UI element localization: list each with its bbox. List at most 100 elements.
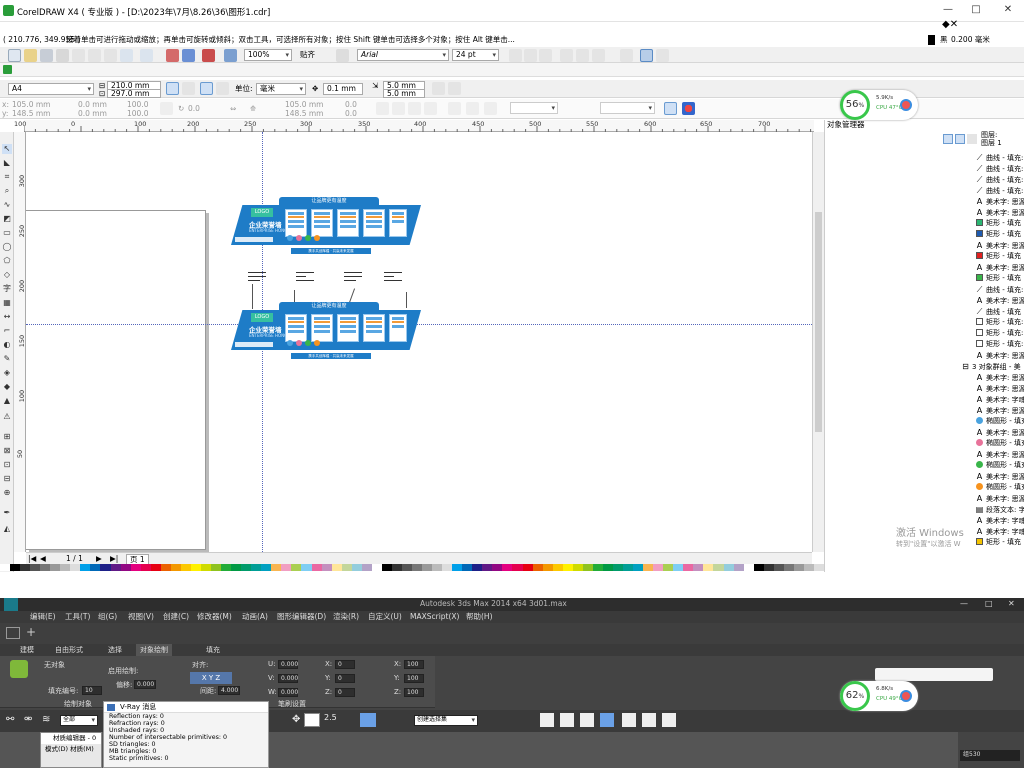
palette-swatch[interactable] xyxy=(391,564,403,571)
palette-swatch[interactable] xyxy=(683,564,694,571)
palette-swatch[interactable] xyxy=(512,564,524,571)
palette-swatch[interactable] xyxy=(301,564,312,571)
tab-freeform[interactable]: 自由形式 xyxy=(55,644,83,656)
palette-swatch[interactable] xyxy=(763,564,775,571)
bullet-list-icon[interactable] xyxy=(576,49,589,62)
palette-swatch[interactable] xyxy=(492,564,503,571)
object-row[interactable]: A 美术字: 思源 xyxy=(975,405,1024,416)
object-row[interactable]: 矩形 - 填充 xyxy=(975,273,1024,284)
select-link-icon[interactable]: ⚯ xyxy=(6,714,14,725)
interactive-fill-icon[interactable]: ▲ xyxy=(2,396,12,406)
underline-icon[interactable] xyxy=(539,49,552,62)
minimize-button[interactable]: — xyxy=(960,599,968,608)
align-left-icon[interactable] xyxy=(560,49,573,62)
palette-swatch[interactable] xyxy=(502,564,513,571)
menu-graph-editors[interactable]: 图形编辑器(D) xyxy=(277,611,326,623)
collapse-icon[interactable]: ⊟ xyxy=(961,361,970,372)
tab-object-paint[interactable]: 对象绘制 xyxy=(136,644,172,656)
welcome-screen-icon[interactable] xyxy=(224,49,237,62)
spacing-field[interactable]: 4.000 xyxy=(218,686,240,695)
palette-swatch[interactable] xyxy=(20,564,31,571)
palette-swatch[interactable] xyxy=(452,564,463,571)
shape-tool-icon[interactable]: ◣ xyxy=(2,158,12,168)
document-icon[interactable] xyxy=(3,65,12,74)
object-row[interactable]: A 美术字: 思源 xyxy=(975,240,1024,251)
palette-swatch[interactable] xyxy=(321,564,333,571)
text-tool-icon[interactable]: 字 xyxy=(2,284,12,294)
polygon-tool-icon[interactable]: ⬠ xyxy=(2,256,12,266)
schematic-view-icon[interactable] xyxy=(600,713,614,727)
object-row[interactable]: 椭圆形 - 填充 xyxy=(975,460,1024,471)
object-row[interactable]: A 美术字: 思源 xyxy=(975,262,1024,273)
palette-swatch[interactable] xyxy=(783,564,795,571)
accelerate-icon[interactable] xyxy=(900,99,912,111)
render-icon[interactable] xyxy=(662,713,676,727)
outline-style-icon[interactable] xyxy=(466,102,479,115)
snap-25d-icon[interactable]: 2.5 xyxy=(324,713,337,722)
object-row[interactable]: ▤段落文本: 字魂 xyxy=(975,504,1024,515)
zoom-tool-icon[interactable]: ⌕ xyxy=(2,186,12,196)
palette-swatch[interactable] xyxy=(291,564,302,571)
palette-swatch[interactable] xyxy=(793,564,805,571)
palette-swatch[interactable] xyxy=(482,564,493,571)
palette-swatch[interactable] xyxy=(261,564,272,571)
treat-as-filled-icon[interactable] xyxy=(432,82,445,95)
outline-tool-icon[interactable]: ◈ xyxy=(2,368,12,378)
paper-height-field[interactable]: 297.0 mm xyxy=(107,89,161,98)
object-row[interactable]: 矩形 - 填充 xyxy=(975,537,1024,548)
prev-page-button[interactable]: ◀ xyxy=(40,554,46,564)
show-properties-icon[interactable] xyxy=(943,134,953,144)
smart-fill-icon[interactable]: ◩ xyxy=(2,214,12,224)
system-monitor-widget[interactable]: 62% 6.8K/s CPU 49°C xyxy=(840,681,918,711)
object-row[interactable]: 椭圆形 - 填充 xyxy=(975,438,1024,449)
freehand-tool-icon[interactable]: ∿ xyxy=(2,200,12,210)
scale-y-field[interactable]: 100 xyxy=(404,674,424,683)
no-object-label[interactable]: 无对象 xyxy=(44,660,65,670)
object-row[interactable]: 矩形 - 填充 xyxy=(975,251,1024,262)
paper-size-select[interactable]: A4 xyxy=(8,83,94,95)
palette-swatch[interactable] xyxy=(432,564,443,571)
palette-swatch[interactable] xyxy=(542,564,554,571)
paint-objects-label[interactable]: 绘制对象 xyxy=(64,699,92,709)
palette-swatch[interactable] xyxy=(231,564,242,571)
dimension-tool-icon[interactable]: ↔ xyxy=(2,312,12,322)
palette-swatch[interactable] xyxy=(150,564,162,571)
palette-swatch[interactable] xyxy=(331,564,343,571)
cut-icon[interactable] xyxy=(72,49,85,62)
portrait-icon[interactable] xyxy=(166,82,179,95)
palette-swatch[interactable] xyxy=(773,564,785,571)
tray-toolbar[interactable] xyxy=(875,668,993,681)
object-name-field[interactable]: 组530 xyxy=(960,750,1020,761)
to-back-icon[interactable] xyxy=(408,102,421,115)
w-field[interactable]: 0.000 xyxy=(278,688,298,697)
palette-swatch[interactable] xyxy=(221,564,232,571)
palette-swatch[interactable] xyxy=(693,564,704,571)
palette-swatch[interactable] xyxy=(190,564,202,571)
palette-swatch[interactable] xyxy=(241,564,252,571)
copy-icon[interactable] xyxy=(88,49,101,62)
text-horizontal-icon[interactable] xyxy=(640,49,653,62)
object-row[interactable]: A 美术字: 思源 xyxy=(975,350,1024,361)
render-setup-icon[interactable] xyxy=(642,713,656,727)
menu-tools[interactable]: 工具(T) xyxy=(65,611,90,623)
object-group-row[interactable]: ⊟ 3 对象群组 - 美 xyxy=(961,361,1021,372)
palette-swatch[interactable] xyxy=(592,564,604,571)
u-field[interactable]: 0.000 xyxy=(278,660,298,669)
to-front-icon[interactable] xyxy=(392,102,405,115)
y-field[interactable]: 0 xyxy=(335,674,355,683)
menu-views[interactable]: 视图(V) xyxy=(128,611,154,623)
axis-xyz-buttons[interactable]: X Y Z xyxy=(190,672,232,684)
object-row[interactable]: A 美术字: 思源 xyxy=(975,427,1024,438)
palette-swatch[interactable] xyxy=(311,564,323,571)
save-icon[interactable] xyxy=(40,49,53,62)
menu-customize[interactable]: 自定义(U) xyxy=(368,611,402,623)
palette-swatch[interactable] xyxy=(643,564,654,571)
menu-animation[interactable]: 动画(A) xyxy=(242,611,268,623)
object-row[interactable]: ⟋曲线 - 填充: 无 xyxy=(975,152,1024,163)
palette-swatch[interactable] xyxy=(552,564,564,571)
landscape-icon[interactable] xyxy=(182,82,195,95)
palette-swatch[interactable] xyxy=(271,564,282,571)
char-format-icon[interactable] xyxy=(620,49,633,62)
palette-swatch[interactable] xyxy=(120,564,132,571)
tool-icon[interactable]: ⊡ xyxy=(2,460,12,470)
